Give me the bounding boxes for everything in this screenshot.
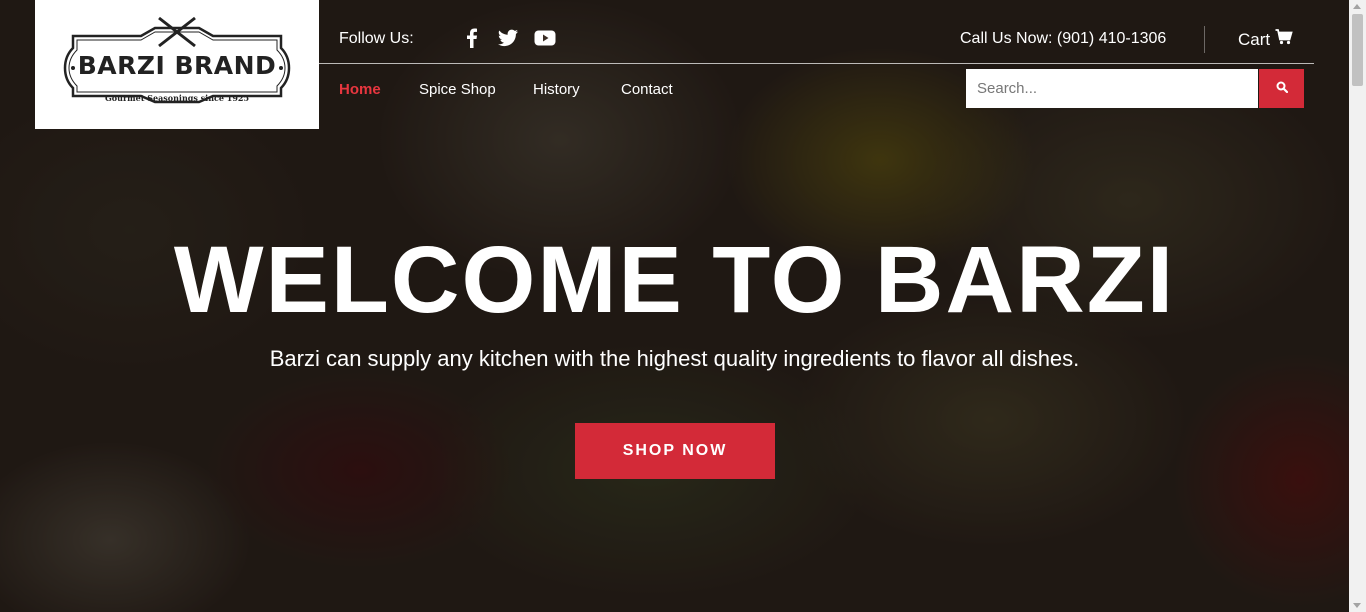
hero-subtitle: Barzi can supply any kitchen with the hi… xyxy=(269,346,1080,371)
cart-separator xyxy=(1204,26,1205,53)
shopping-cart-icon xyxy=(1275,29,1293,50)
search-input[interactable] xyxy=(966,69,1258,108)
cart-label: Cart xyxy=(1238,29,1271,49)
shop-now-button[interactable]: SHOP NOW xyxy=(575,423,775,479)
scrollbar-thumb[interactable] xyxy=(1352,14,1363,86)
search-button[interactable] xyxy=(1259,69,1304,108)
hero-title: WELCOME TO BARZI xyxy=(173,227,1176,333)
youtube-icon[interactable] xyxy=(533,27,557,49)
call-us-phone[interactable]: Call Us Now: (901) 410-1306 xyxy=(960,30,1166,48)
cart-link[interactable]: Cart xyxy=(1238,29,1293,50)
search-icon xyxy=(1276,80,1288,98)
scroll-down-arrow-icon[interactable] xyxy=(1353,603,1361,608)
brand-tagline: Gourmet Seasonings since 1925 xyxy=(104,93,250,103)
header-divider xyxy=(319,63,1314,64)
nav-item-spice-shop[interactable]: Spice Shop xyxy=(419,81,496,98)
scrollbar[interactable] xyxy=(1349,0,1366,612)
brand-name: BARZI BRAND xyxy=(77,51,277,80)
nav-item-home[interactable]: Home xyxy=(339,81,381,98)
facebook-icon[interactable] xyxy=(460,27,484,49)
nav-item-history[interactable]: History xyxy=(533,81,580,98)
scroll-up-arrow-icon[interactable] xyxy=(1353,4,1361,9)
nav-item-contact[interactable]: Contact xyxy=(621,81,673,98)
follow-us-label: Follow Us: xyxy=(339,30,414,47)
twitter-icon[interactable] xyxy=(496,27,520,49)
brand-logo[interactable]: BARZI BRAND Gourmet Seasonings since 192… xyxy=(35,0,319,129)
